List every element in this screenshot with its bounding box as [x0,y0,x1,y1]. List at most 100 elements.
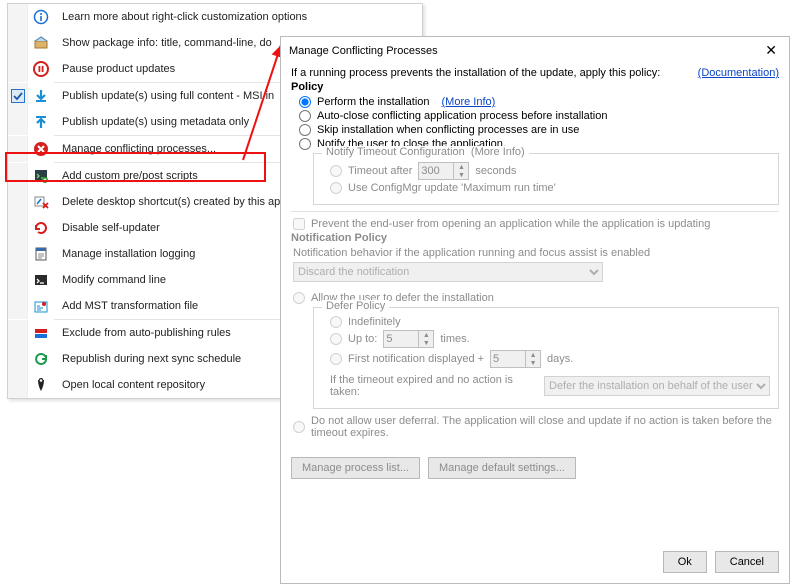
notification-policy-select: Discard the notification [293,262,603,282]
label-prevent-open: Prevent the end-user from opening an app… [311,218,710,230]
package-icon [28,35,54,51]
defer-upto-spinner: ▲▼ [383,330,434,348]
intro-text: If a running process prevents the instal… [291,67,660,79]
timeout-value [419,163,453,179]
menu-check-col [8,30,28,56]
chevron-up-icon: ▲ [454,163,468,171]
menu-item-label: Manage conflicting processes... [54,143,216,155]
radio-perform[interactable] [299,96,311,108]
menu-check-col [8,372,28,398]
manage-default-settings-button: Manage default settings... [428,457,576,479]
label-autoclose: Auto-close conflicting application proce… [317,110,607,122]
chevron-down-icon: ▼ [526,359,540,367]
check-icon [11,89,25,103]
log-icon [28,246,54,262]
documentation-link[interactable]: (Documentation) [698,67,779,79]
chevron-down-icon: ▼ [454,171,468,179]
dialog-title: Manage Conflicting Processes [289,45,438,57]
label-timeout-expired: If the timeout expired and no action is … [330,374,538,398]
notification-policy-desc: Notification behavior if the application… [293,247,779,259]
label-perform: Perform the installation [317,96,430,108]
menu-check-col [8,346,28,372]
radio-defer-indef [330,316,342,328]
label-defer-upto: Up to: [348,333,377,345]
ok-button[interactable]: Ok [663,551,707,573]
notification-policy-heading: Notification Policy [291,232,779,244]
menu-check-col [8,293,28,319]
timeout-spinner: ▲▼ [418,162,469,180]
defer-policy-group: Defer Policy Indefinitely Up to: ▲▼ time… [313,307,779,409]
menu-item-label: Modify command line [54,274,166,286]
refresh-icon [28,220,54,236]
label-skip: Skip installation when conflicting proce… [317,124,579,136]
menu-item-label: Open local content repository [54,379,205,391]
radio-notify[interactable] [299,138,311,150]
timeout-action-select: Defer the installation on behalf of the … [544,376,770,396]
menu-check-col [8,189,28,215]
info-icon [28,9,54,25]
menu-item-label: Disable self-updater [54,222,160,234]
radio-timeout-after [330,165,342,177]
notify-group-legend: Notify Timeout Configuration [326,146,465,158]
label-seconds: seconds [475,165,516,177]
menu-check-col [8,83,28,109]
menu-check-col [8,267,28,293]
radio-use-configmgr [330,182,342,194]
notify-more-info: (More Info) [471,146,525,158]
menu-item[interactable]: Learn more about right-click customizati… [8,4,422,30]
close-icon[interactable]: ✕ [761,42,781,59]
label-use-configmgr: Use ConfigMgr update 'Maximum run time' [348,182,556,194]
menu-item-label: Publish update(s) using metadata only [54,116,249,128]
deny-icon [28,141,54,157]
menu-check-col [8,4,28,30]
repo-icon [28,377,54,393]
policy-heading: Policy [291,81,779,93]
defer-group-legend: Defer Policy [322,300,389,312]
mst-icon [28,298,54,314]
label-deny-defer: Do not allow user deferral. The applicat… [311,415,779,439]
label-defer-times: times. [440,333,469,345]
defer-first-value [491,351,525,367]
menu-item-label: Add custom pre/post scripts [54,170,198,182]
upload-icon [28,114,54,130]
defer-first-spinner: ▲▼ [490,350,541,368]
script-icon [28,168,54,184]
menu-check-col [8,320,28,346]
dialog-manage-conflicting: Manage Conflicting Processes ✕ If a runn… [280,36,790,584]
cancel-button[interactable]: Cancel [715,551,779,573]
menu-item-label: Exclude from auto-publishing rules [54,327,231,339]
menu-item-label: Pause product updates [54,63,175,75]
chevron-up-icon: ▲ [419,331,433,339]
defer-upto-value [384,331,418,347]
download-icon [28,88,54,104]
menu-item-label: Add MST transformation file [54,300,198,312]
pause-icon [28,61,54,77]
menu-item-label: Learn more about right-click customizati… [54,11,307,23]
label-defer-first: First notification displayed + [348,353,484,365]
radio-defer-upto [330,333,342,345]
republish-icon [28,351,54,367]
notify-timeout-group: Notify Timeout Configuration (More Info)… [313,153,779,205]
label-timeout-after: Timeout after [348,165,412,177]
menu-check-col [8,163,28,189]
chevron-up-icon: ▲ [526,351,540,359]
menu-item-label: Manage installation logging [54,248,195,260]
menu-check-col [8,136,28,162]
check-prevent-open [293,218,305,230]
label-defer-days: days. [547,353,573,365]
cmd-icon [28,272,54,288]
del-shortcut-icon [28,194,54,210]
radio-skip[interactable] [299,124,311,136]
radio-autoclose[interactable] [299,110,311,122]
radio-allow-defer [293,292,305,304]
label-defer-indef: Indefinitely [348,316,401,328]
menu-check-col [8,215,28,241]
radio-deny-defer [293,421,305,433]
menu-item-label: Publish update(s) using full content - M… [54,90,274,102]
menu-item-label: Republish during next sync schedule [54,353,241,365]
chevron-down-icon: ▼ [419,339,433,347]
menu-item-label: Show package info: title, command-line, … [54,37,272,49]
menu-check-col [8,241,28,267]
menu-check-col [8,109,28,135]
more-info-link[interactable]: (More Info) [442,96,496,108]
